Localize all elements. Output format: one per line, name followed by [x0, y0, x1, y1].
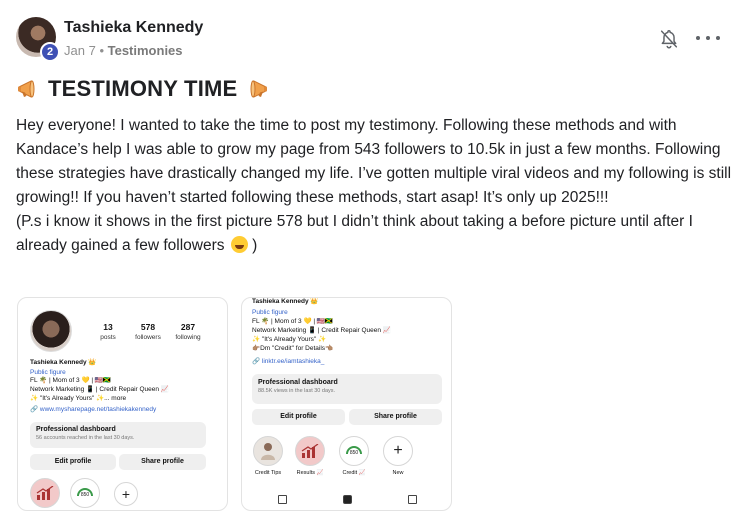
edit-profile-button: Edit profile — [252, 409, 345, 425]
new-highlight-icon: + — [383, 436, 413, 466]
post-title: TESTIMONY TIME — [48, 76, 238, 101]
more-options-icon[interactable] — [696, 28, 720, 48]
chart-icon — [36, 486, 54, 500]
profile-category: Public figure — [252, 309, 288, 316]
edit-profile-button: Edit profile — [30, 454, 116, 470]
author-name[interactable]: Tashieka Kennedy — [64, 19, 203, 37]
profile-bio-line: FL 🌴 | Mom of 3 💛 | 🇺🇸🇯🇲 — [252, 318, 334, 325]
following-stat: 287 following — [175, 322, 201, 341]
post-date[interactable]: Jan 7 — [64, 43, 96, 58]
highlight-label: Credit 📈 — [342, 470, 366, 476]
post-card: 2 Tashieka Kennedy Jan 7 • Testimonies T… — [0, 0, 753, 517]
post-note-end: ) — [252, 237, 258, 254]
followers-stat: 578 followers — [135, 322, 161, 341]
profile-photo — [30, 310, 72, 352]
highlight-credit-tips — [253, 436, 283, 466]
share-profile-button: Share profile — [119, 454, 206, 470]
megaphone-icon — [18, 80, 35, 98]
post-category[interactable]: Testimonies — [108, 43, 183, 58]
chart-icon — [301, 444, 319, 458]
grinning-sweat-emoji — [230, 236, 248, 253]
share-profile-button: Share profile — [349, 409, 442, 425]
highlight-results — [295, 436, 325, 466]
post-meta: Jan 7 • Testimonies — [64, 43, 183, 58]
attachment-image-2[interactable]: Tashieka Kennedy 👑 Public figure FL 🌴 | … — [241, 297, 452, 511]
new-highlight-icon: + — [114, 482, 138, 506]
bell-off-icon[interactable] — [658, 28, 680, 50]
profile-link: 🔗 linktr.ee/iamtashieka_ — [252, 358, 325, 365]
grid-icon — [278, 494, 287, 504]
meta-separator: • — [99, 43, 104, 58]
tagged-icon — [408, 494, 417, 504]
post-paragraph: Hey everyone! I wanted to take the time … — [16, 117, 732, 206]
highlight-label: Credit Tips — [254, 470, 282, 476]
professional-dashboard: Professional dashboard 56 accounts reache… — [30, 422, 206, 448]
post-paragraph: (P.s i know it shows in the first pictur… — [16, 210, 741, 258]
attachment-image-1[interactable]: 13 posts 578 followers 287 following Tashie… — [17, 297, 228, 511]
megaphone-icon — [250, 80, 268, 98]
profile-bio-line: Network Marketing 📱 | Credit Repair Quee… — [252, 327, 391, 334]
level-badge: 2 — [40, 42, 60, 62]
profile-bio-line: ✨ "It's Already Yours" ✨... more — [30, 395, 127, 402]
svg-text:850: 850 — [81, 492, 90, 498]
profile-bio-line: Network Marketing 📱 | Credit Repair Quee… — [30, 386, 169, 393]
post-body: Hey everyone! I wanted to take the time … — [16, 114, 741, 258]
profile-name: Tashieka Kennedy 👑 — [252, 298, 319, 305]
posts-stat: 13 posts — [100, 322, 116, 341]
post-note: (P.s i know it shows in the first pictur… — [16, 213, 693, 254]
highlight-label: New — [392, 470, 404, 476]
profile-name: Tashieka Kennedy 👑 — [30, 359, 97, 366]
profile-bio-line: 👉🏽Dm "Credit" for Details👈🏽 — [252, 345, 334, 352]
highlight-label: Results 📈 — [296, 470, 324, 476]
profile-bio-line: ✨ "It's Already Yours" ✨ — [252, 336, 327, 343]
person-icon — [261, 443, 275, 460]
profile-link: 🔗 www.mysharepage.net/tashiekakennedy — [30, 406, 157, 413]
highlight-credit: 850 — [70, 478, 100, 508]
svg-text:850: 850 — [350, 450, 359, 456]
highlight-results — [30, 478, 60, 508]
profile-tab-bar — [250, 492, 445, 506]
credit-score-icon: 850 — [77, 488, 93, 498]
credit-score-icon: 850 — [346, 446, 362, 456]
reels-icon — [343, 494, 352, 504]
professional-dashboard: Professional dashboard 88.5K views in the… — [252, 374, 442, 404]
profile-bio-line: FL 🌴 | Mom of 3 💛 | 🇺🇸🇯🇲 — [30, 377, 112, 384]
highlight-credit: 850 — [339, 436, 369, 466]
post-title-row: TESTIMONY TIME — [16, 74, 269, 104]
